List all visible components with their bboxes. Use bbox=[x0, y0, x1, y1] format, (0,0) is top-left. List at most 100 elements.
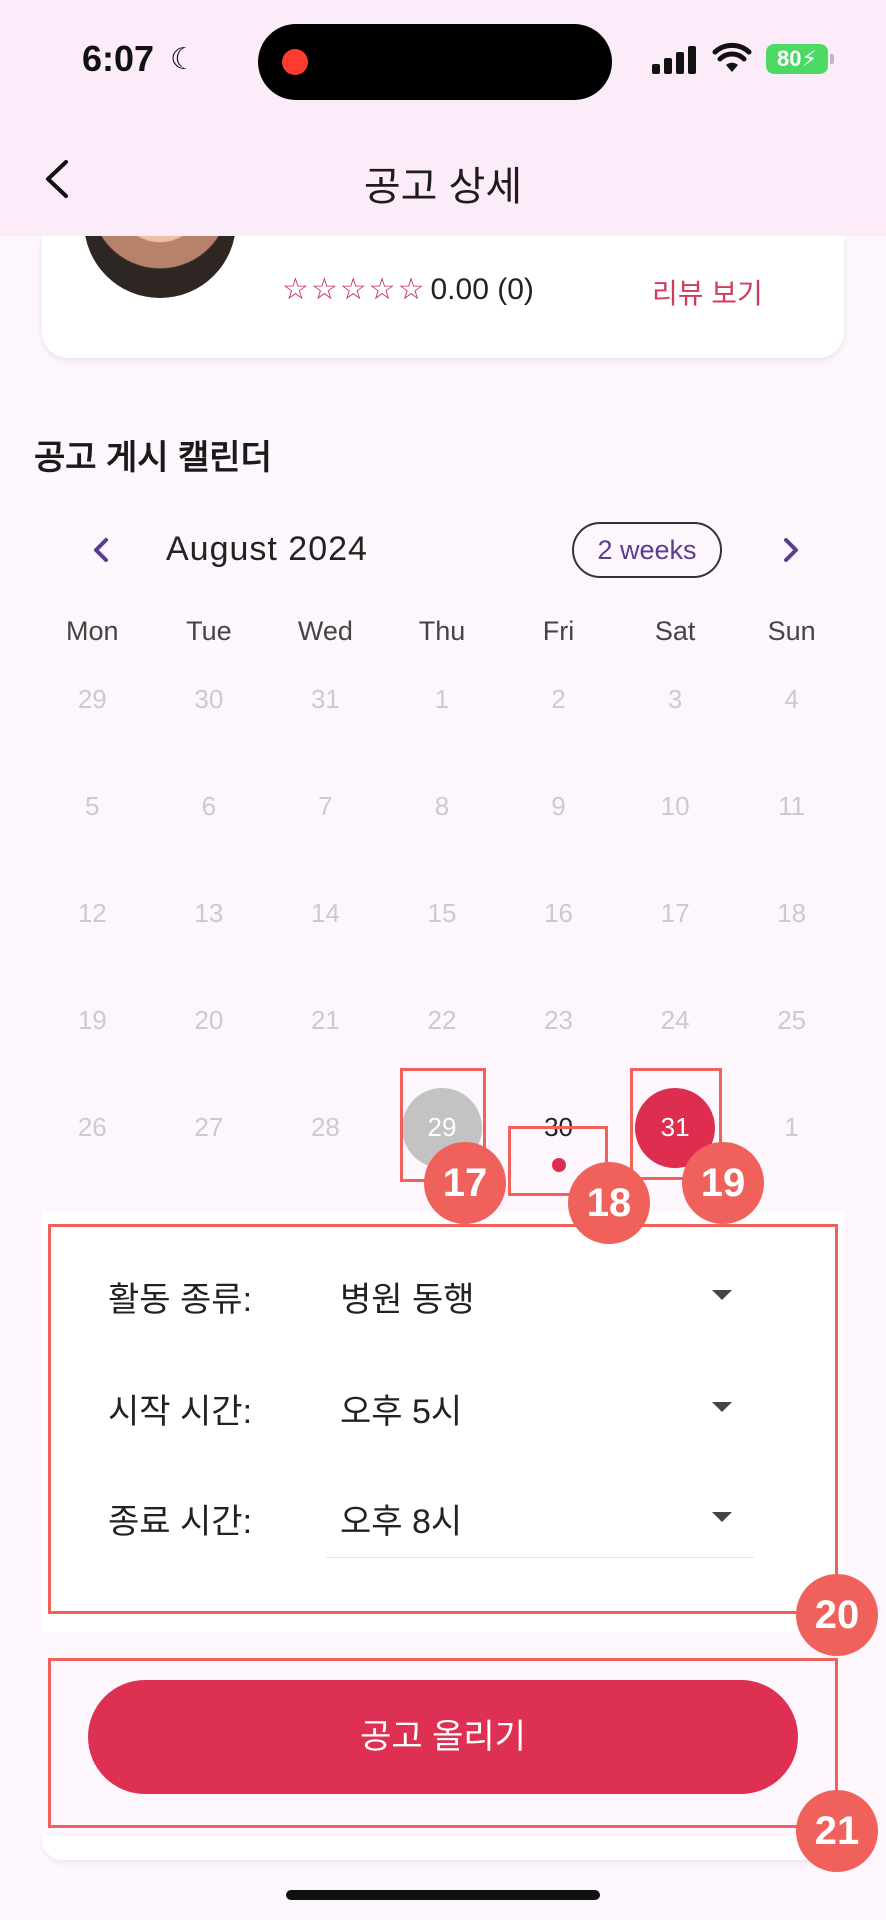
calendar-day[interactable]: 12 bbox=[34, 862, 151, 969]
day-number: 1 bbox=[434, 684, 450, 714]
battery-icon: 80⚡ bbox=[766, 44, 834, 74]
calendar-day[interactable]: 27 bbox=[151, 1076, 268, 1183]
day-number: 29 bbox=[77, 684, 107, 714]
day-number: 20 bbox=[194, 1005, 224, 1035]
wifi-icon bbox=[712, 42, 752, 72]
day-number: 26 bbox=[77, 1112, 107, 1142]
day-number: 21 bbox=[310, 1005, 340, 1035]
annotation-badge: 20 bbox=[796, 1574, 878, 1656]
weekday-label: Sat bbox=[654, 616, 696, 646]
annotation-badge: 19 bbox=[682, 1142, 764, 1224]
calendar-section-title: 공고 게시 캘린더 bbox=[34, 439, 272, 477]
day-number: 8 bbox=[434, 791, 450, 821]
day-number: 23 bbox=[544, 1005, 573, 1035]
calendar-week: 5 6 7 8 9 10 11 bbox=[34, 755, 850, 862]
day-number: 30 bbox=[194, 684, 224, 714]
calendar-day[interactable]: 31 bbox=[267, 648, 384, 755]
day-number: 19 bbox=[77, 1005, 107, 1035]
calendar-day[interactable]: 29 bbox=[34, 648, 151, 755]
rating: ☆☆☆☆☆ 0.00 (0) bbox=[282, 272, 534, 307]
app-header: 공고 상세 bbox=[0, 120, 886, 236]
calendar-header: August 2024 2 weeks bbox=[0, 520, 886, 580]
calendar-day[interactable]: 4 bbox=[733, 648, 850, 755]
calendar-day[interactable]: 28 bbox=[267, 1076, 384, 1183]
day-number: 22 bbox=[427, 1005, 457, 1035]
calendar-day[interactable]: 23 bbox=[500, 969, 617, 1076]
weekday-label: Fri bbox=[542, 616, 575, 646]
home-indicator[interactable] bbox=[286, 1890, 600, 1900]
profile-card: ☆☆☆☆☆ 0.00 (0) 리뷰 보기 bbox=[42, 236, 844, 358]
day-number: 31 bbox=[660, 1112, 690, 1142]
calendar-day[interactable]: 19 bbox=[34, 969, 151, 1076]
calendar-day[interactable]: 9 bbox=[500, 755, 617, 862]
day-number: 6 bbox=[201, 791, 217, 821]
moon-icon: ☾ bbox=[170, 43, 197, 76]
day-number: 11 bbox=[778, 791, 806, 821]
weekday-header: Mon Tue Wed Thu Fri Sat Sun bbox=[34, 616, 850, 647]
weekday-label: Wed bbox=[297, 616, 353, 646]
calendar-day[interactable]: 22 bbox=[384, 969, 501, 1076]
view-reviews-link[interactable]: 리뷰 보기 bbox=[652, 272, 763, 312]
day-number: 10 bbox=[660, 791, 690, 821]
calendar-day[interactable]: 30 bbox=[151, 648, 268, 755]
day-number: 4 bbox=[784, 684, 799, 714]
dynamic-island bbox=[258, 24, 612, 100]
calendar-day[interactable]: 16 bbox=[500, 862, 617, 969]
weekday-label: Mon bbox=[66, 616, 119, 646]
star-rating-icon: ☆☆☆☆☆ bbox=[282, 273, 427, 306]
day-number: 27 bbox=[194, 1112, 224, 1142]
day-number: 24 bbox=[660, 1005, 690, 1035]
calendar-day[interactable]: 11 bbox=[733, 755, 850, 862]
weekday-label: Sun bbox=[767, 616, 816, 646]
avatar[interactable] bbox=[84, 236, 236, 298]
calendar-day[interactable]: 13 bbox=[151, 862, 268, 969]
day-number: 7 bbox=[318, 791, 333, 821]
calendar-day[interactable]: 2 bbox=[500, 648, 617, 755]
day-number: 9 bbox=[551, 791, 566, 821]
day-number: 17 bbox=[660, 898, 690, 928]
calendar-day[interactable]: 24 bbox=[617, 969, 734, 1076]
calendar-day[interactable]: 10 bbox=[617, 755, 734, 862]
annotation-box bbox=[48, 1658, 838, 1828]
calendar-day[interactable]: 25 bbox=[733, 969, 850, 1076]
day-number: 3 bbox=[667, 684, 683, 714]
day-number: 12 bbox=[77, 898, 107, 928]
calendar-day[interactable]: 8 bbox=[384, 755, 501, 862]
recording-indicator-icon bbox=[282, 49, 308, 75]
calendar-day[interactable]: 1 bbox=[384, 648, 501, 755]
day-number: 15 bbox=[427, 898, 457, 928]
status-bar: 6:07 ☾ 80⚡ bbox=[0, 0, 886, 120]
day-number: 13 bbox=[194, 898, 224, 928]
battery-level: 80 bbox=[777, 46, 802, 71]
chevron-right-icon[interactable] bbox=[776, 530, 806, 570]
chevron-left-icon[interactable] bbox=[86, 530, 116, 570]
page-title: 공고 상세 bbox=[363, 165, 523, 209]
calendar-format-button[interactable]: 2 weeks bbox=[572, 522, 722, 578]
day-number: 5 bbox=[85, 791, 100, 821]
day-number: 16 bbox=[544, 898, 573, 928]
calendar-week: 29 30 31 1 2 3 4 bbox=[34, 648, 850, 755]
calendar-day[interactable]: 21 bbox=[267, 969, 384, 1076]
day-number: 14 bbox=[310, 898, 340, 928]
calendar-day[interactable]: 18 bbox=[733, 862, 850, 969]
calendar-day[interactable]: 14 bbox=[267, 862, 384, 969]
calendar-day[interactable]: 7 bbox=[267, 755, 384, 862]
calendar-day[interactable]: 3 bbox=[617, 648, 734, 755]
calendar-day[interactable]: 26 bbox=[34, 1076, 151, 1183]
cellular-signal-icon bbox=[652, 46, 700, 74]
annotation-badge: 17 bbox=[424, 1142, 506, 1224]
calendar-day[interactable]: 5 bbox=[34, 755, 151, 862]
status-time: 6:07 bbox=[82, 38, 155, 79]
calendar-day[interactable]: 6 bbox=[151, 755, 268, 862]
day-number: 31 bbox=[310, 684, 340, 714]
day-number: 28 bbox=[310, 1112, 340, 1142]
rating-value: 0.00 (0) bbox=[430, 272, 534, 306]
day-number: 18 bbox=[777, 898, 807, 928]
calendar-week: 19 20 21 22 23 24 25 bbox=[34, 969, 850, 1076]
calendar-day[interactable]: 15 bbox=[384, 862, 501, 969]
weekday-label: Tue bbox=[186, 616, 232, 646]
day-number: 1 bbox=[784, 1112, 799, 1142]
calendar-day[interactable]: 20 bbox=[151, 969, 268, 1076]
calendar-day[interactable]: 17 bbox=[617, 862, 734, 969]
annotation-badge: 21 bbox=[796, 1790, 878, 1872]
